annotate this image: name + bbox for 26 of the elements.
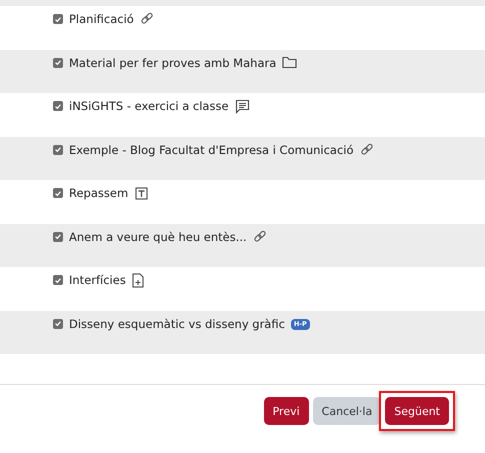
text-icon	[134, 186, 150, 201]
activity-label: Anem a veure què heu entès...	[69, 230, 247, 244]
checkbox[interactable]	[53, 318, 63, 328]
cancel-button[interactable]: Cancel·la	[312, 397, 382, 425]
activity-label: Disseny esquemàtic vs disseny gràfic	[69, 316, 285, 330]
activity-label: Material per fer proves amb Mahara	[69, 56, 276, 70]
activity-label: iNSiGHTS - exercici a classe	[69, 99, 229, 113]
link-icon	[360, 142, 374, 156]
activity-label: Repassem	[69, 186, 128, 200]
link-icon	[252, 230, 267, 244]
activity-label: Exemple - Blog Facultat d'Empresa i Comunicació	[69, 142, 354, 156]
nav-button[interactable]: Previ	[264, 397, 309, 425]
add-file-icon	[132, 273, 144, 288]
activity-label: Planificació	[69, 12, 134, 26]
checkbox[interactable]	[53, 232, 63, 242]
chat-icon	[234, 99, 250, 114]
checkbox[interactable]	[53, 101, 63, 111]
nav-button[interactable]: Següent	[385, 397, 449, 425]
checkbox[interactable]	[53, 188, 63, 198]
checkbox[interactable]	[53, 144, 63, 154]
checkbox[interactable]	[53, 14, 63, 24]
activity-label: Interfícies	[69, 273, 126, 287]
folder-icon	[282, 56, 298, 68]
checkbox[interactable]	[53, 275, 63, 285]
checkbox[interactable]	[53, 58, 63, 68]
link-icon	[140, 12, 154, 26]
